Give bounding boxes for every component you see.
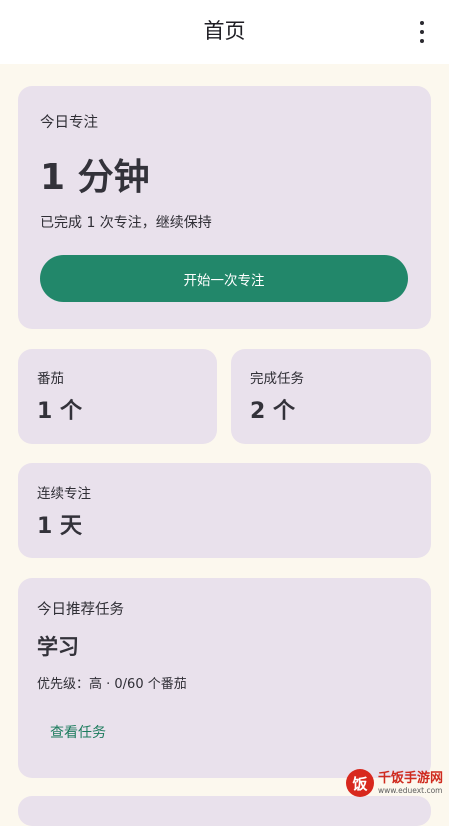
tasks-label: 完成任务 [250,371,304,387]
view-task-link[interactable]: 查看任务 [50,722,106,742]
next-card [18,796,431,826]
top-app-bar: 首页 [0,0,449,64]
recommended-task-name: 学习 [37,635,79,659]
today-focus-value: 1 分钟 [40,157,150,198]
watermark-name: 千饭手游网 [378,770,444,786]
watermark-logo-icon: 饭 [346,769,374,797]
more-vert-icon[interactable] [415,18,429,46]
watermark-url: www.eduext.com [378,785,443,795]
tomato-label: 番茄 [37,371,64,387]
today-focus-label: 今日专注 [40,115,98,131]
today-focus-card: 今日专注 1 分钟 已完成 1 次专注，继续保持 开始一次专注 [18,86,431,329]
today-focus-subtitle: 已完成 1 次专注，继续保持 [40,215,212,231]
tomato-value: 1 个 [37,399,82,424]
recommended-task-card: 今日推荐任务 学习 优先级：高 · 0/60 个番茄 查看任务 [18,578,431,778]
streak-value: 1 天 [37,514,82,539]
recommended-label: 今日推荐任务 [37,602,124,618]
tasks-stat-card: 完成任务 2 个 [231,349,431,444]
watermark: 饭 千饭手游网 www.eduext.com [346,768,448,798]
start-focus-button[interactable]: 开始一次专注 [40,255,408,302]
page-title: 首页 [203,19,246,43]
streak-card: 连续专注 1 天 [18,463,431,558]
tomato-stat-card: 番茄 1 个 [18,349,217,444]
tasks-value: 2 个 [250,399,295,424]
recommended-task-meta: 优先级：高 · 0/60 个番茄 [37,677,187,692]
streak-label: 连续专注 [37,486,91,502]
